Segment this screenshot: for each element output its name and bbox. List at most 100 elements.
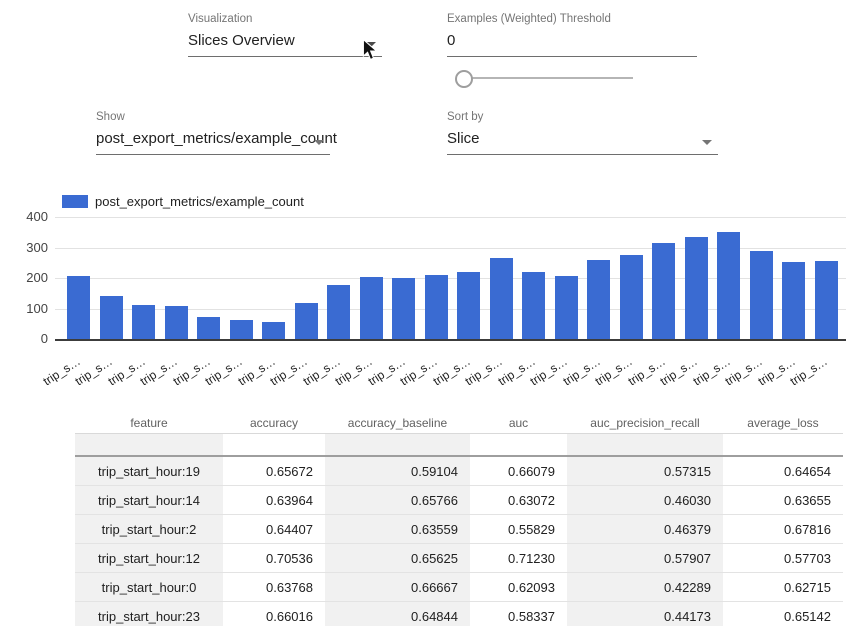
bar-15[interactable] <box>555 276 578 339</box>
bar-2[interactable] <box>132 305 155 339</box>
gridline <box>55 217 846 218</box>
sort-by-value[interactable]: Slice <box>447 131 718 154</box>
bar-0[interactable] <box>67 276 90 339</box>
table-cell[interactable]: 0.66667 <box>325 573 470 602</box>
table-cell[interactable]: 0.66079 <box>470 456 567 486</box>
table-cell[interactable]: 0.62715 <box>723 573 843 602</box>
table-cell[interactable]: 0.64407 <box>223 515 325 544</box>
table-cell[interactable]: trip_start_hour:14 <box>75 486 223 515</box>
table-cell[interactable]: 0.67816 <box>723 515 843 544</box>
column-header-auc_precision_recall[interactable]: auc_precision_recall <box>567 412 723 434</box>
visualization-label: Visualization <box>188 12 382 26</box>
legend-swatch <box>62 195 88 208</box>
table-cell[interactable]: 0.65625 <box>325 544 470 573</box>
table-row[interactable]: trip_start_hour:00.637680.666670.620930.… <box>75 573 843 602</box>
table-cell[interactable]: 0.63768 <box>223 573 325 602</box>
table-row[interactable]: trip_start_hour:230.660160.648440.583370… <box>75 602 843 626</box>
table-cell[interactable]: trip_start_hour:0 <box>75 573 223 602</box>
slider-track[interactable] <box>471 77 633 79</box>
bar-5[interactable] <box>230 320 253 339</box>
show-label: Show <box>96 110 330 124</box>
table-cell[interactable]: trip_start_hour:23 <box>75 602 223 626</box>
bar-3[interactable] <box>165 306 188 339</box>
table-cell[interactable]: 0.46030 <box>567 486 723 515</box>
bar-14[interactable] <box>522 272 545 339</box>
column-header-auc[interactable]: auc <box>470 412 567 434</box>
table-cell[interactable]: 0.65766 <box>325 486 470 515</box>
sort-by-label: Sort by <box>447 110 718 124</box>
bar-10[interactable] <box>392 278 415 339</box>
slicing-metrics-browser: Visualization Slices Overview Examples (… <box>0 0 863 626</box>
bar-9[interactable] <box>360 277 383 339</box>
filter-cell <box>567 434 723 457</box>
table-cell[interactable]: 0.42289 <box>567 573 723 602</box>
table-cell[interactable]: 0.64654 <box>723 456 843 486</box>
table-cell[interactable]: 0.71230 <box>470 544 567 573</box>
table-cell[interactable]: trip_start_hour:2 <box>75 515 223 544</box>
table-cell[interactable]: 0.65672 <box>223 456 325 486</box>
bar-18[interactable] <box>652 243 675 339</box>
bar-17[interactable] <box>620 255 643 339</box>
examples-threshold-input[interactable]: Examples (Weighted) Threshold 0 <box>447 12 697 57</box>
show-value[interactable]: post_export_metrics/example_count <box>96 131 330 154</box>
bar-4[interactable] <box>197 317 220 339</box>
bar-20[interactable] <box>717 232 740 339</box>
column-header-accuracy[interactable]: accuracy <box>223 412 325 434</box>
slider-knob[interactable] <box>455 70 473 88</box>
table-cell[interactable]: 0.44173 <box>567 602 723 626</box>
table-cell[interactable]: 0.64844 <box>325 602 470 626</box>
table-cell[interactable]: 0.55829 <box>470 515 567 544</box>
bar-23[interactable] <box>815 261 838 339</box>
visualization-dropdown[interactable]: Visualization Slices Overview <box>188 12 382 57</box>
bar-6[interactable] <box>262 322 285 339</box>
bar-16[interactable] <box>587 260 610 339</box>
bar-11[interactable] <box>425 275 448 339</box>
examples-threshold-value[interactable]: 0 <box>447 33 697 56</box>
bar-7[interactable] <box>295 303 318 339</box>
table-row[interactable]: trip_start_hour:140.639640.657660.630720… <box>75 486 843 515</box>
table-cell[interactable]: 0.70536 <box>223 544 325 573</box>
sort-by-dropdown[interactable]: Sort by Slice <box>447 110 718 155</box>
table-cell[interactable]: 0.58337 <box>470 602 567 626</box>
column-header-accuracy_baseline[interactable]: accuracy_baseline <box>325 412 470 434</box>
show-dropdown[interactable]: Show post_export_metrics/example_count <box>96 110 330 155</box>
table-cell[interactable]: 0.65142 <box>723 602 843 626</box>
bar-1[interactable] <box>100 296 123 339</box>
table-cell[interactable]: 0.57315 <box>567 456 723 486</box>
bar-8[interactable] <box>327 285 350 339</box>
table-cell[interactable]: 0.57907 <box>567 544 723 573</box>
table-row[interactable]: trip_start_hour:120.705360.656250.712300… <box>75 544 843 573</box>
table-cell[interactable]: 0.59104 <box>325 456 470 486</box>
y-tick-label: 300 <box>10 241 48 255</box>
table-cell[interactable]: 0.63072 <box>470 486 567 515</box>
filter-cell <box>470 434 567 457</box>
table-cell[interactable]: 0.46379 <box>567 515 723 544</box>
y-tick-label: 0 <box>10 332 48 346</box>
mouse-pointer-icon <box>362 39 378 61</box>
table-row[interactable]: trip_start_hour:190.656720.591040.660790… <box>75 456 843 486</box>
table-cell[interactable]: 0.62093 <box>470 573 567 602</box>
examples-threshold-slider[interactable] <box>455 69 635 89</box>
table-cell[interactable]: trip_start_hour:12 <box>75 544 223 573</box>
bar-19[interactable] <box>685 237 708 339</box>
table-cell[interactable]: 0.63964 <box>223 486 325 515</box>
bar-13[interactable] <box>490 258 513 339</box>
table-cell[interactable]: 0.63655 <box>723 486 843 515</box>
bar-21[interactable] <box>750 251 773 339</box>
visualization-value[interactable]: Slices Overview <box>188 33 382 56</box>
table-cell[interactable]: 0.63559 <box>325 515 470 544</box>
table-row[interactable]: trip_start_hour:20.644070.635590.558290.… <box>75 515 843 544</box>
table-head: featureaccuracyaccuracy_baselineaucauc_p… <box>75 412 843 456</box>
filter-cell <box>325 434 470 457</box>
table-cell[interactable]: trip_start_hour:19 <box>75 456 223 486</box>
table-cell[interactable]: 0.57703 <box>723 544 843 573</box>
chevron-down-icon[interactable] <box>702 140 712 145</box>
table-cell[interactable]: 0.66016 <box>223 602 325 626</box>
column-header-feature[interactable]: feature <box>75 412 223 434</box>
chevron-down-icon[interactable] <box>314 140 324 145</box>
table-header-row: featureaccuracyaccuracy_baselineaucauc_p… <box>75 412 843 434</box>
column-header-average_loss[interactable]: average_loss <box>723 412 843 434</box>
bar-12[interactable] <box>457 272 480 339</box>
plot-area <box>55 217 846 341</box>
bar-22[interactable] <box>782 262 805 339</box>
